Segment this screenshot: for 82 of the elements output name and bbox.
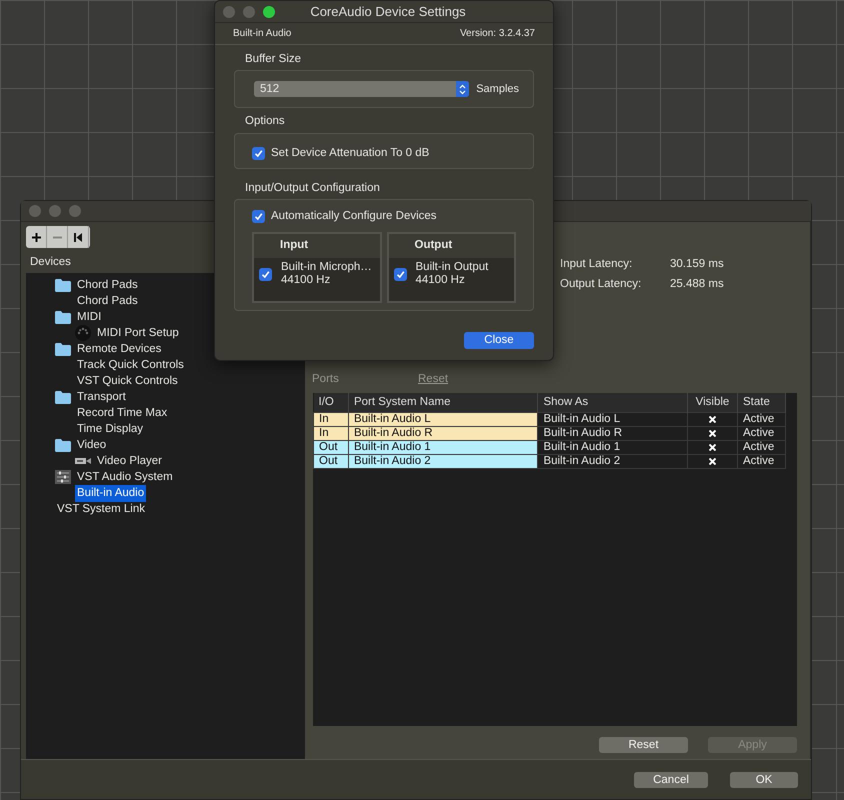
stepper-arrows-icon bbox=[459, 84, 466, 95]
column-header[interactable]: Visible bbox=[688, 393, 738, 413]
table-cell: Active bbox=[737, 412, 786, 427]
latency-label: Output Latency: bbox=[560, 277, 642, 292]
table-cell: Built-in Audio L bbox=[538, 412, 688, 427]
cancel-button[interactable]: Cancel bbox=[634, 772, 708, 788]
group-label: Options bbox=[245, 114, 286, 130]
table-cell: Active bbox=[737, 440, 786, 455]
device-name: Built-in Microph… bbox=[281, 261, 372, 274]
version-label: Version: 3.2.4.37 bbox=[460, 27, 535, 41]
tree-item[interactable]: Time Display bbox=[75, 420, 146, 438]
device-name: Built-in Output bbox=[416, 261, 488, 274]
camera-icon bbox=[75, 457, 91, 466]
tree-item[interactable]: Chord Pads bbox=[75, 292, 140, 310]
table-cell: In bbox=[314, 412, 348, 427]
table-cell: Built-in Audio 2 bbox=[538, 454, 688, 469]
column-header[interactable]: Port System Name bbox=[348, 393, 538, 413]
table-cell: Built-in Audio 2 bbox=[348, 454, 538, 469]
buffer-size-dropdown[interactable]: 512 bbox=[254, 81, 470, 98]
folder-icon bbox=[55, 342, 71, 356]
ok-button[interactable]: OK bbox=[730, 772, 798, 788]
checkmark-icon bbox=[261, 270, 270, 278]
checkbox-label: Set Device Attenuation To 0 dB bbox=[271, 146, 430, 160]
folder-icon bbox=[55, 438, 71, 452]
checkbox[interactable] bbox=[252, 210, 265, 223]
group-label: Input/Output Configuration bbox=[245, 180, 381, 196]
checkbox-label: Automatically Configure Devices bbox=[271, 208, 437, 224]
column-header: Output bbox=[388, 234, 514, 258]
folder-icon bbox=[55, 278, 71, 292]
mixer-icon bbox=[55, 470, 71, 484]
table-cell: Active bbox=[737, 426, 786, 441]
tree-item[interactable]: Transport bbox=[75, 388, 128, 406]
tree-item[interactable]: Remote Devices bbox=[75, 340, 164, 358]
checkbox[interactable] bbox=[394, 268, 406, 280]
checkmark-icon bbox=[254, 148, 263, 158]
table-cell: Built-in Audio L bbox=[348, 412, 538, 427]
section-label: Ports bbox=[312, 372, 340, 388]
midi-connector-icon bbox=[75, 325, 91, 342]
latency-value: 30.159 ms bbox=[670, 257, 724, 272]
checkmark-icon bbox=[396, 270, 404, 278]
tree-item[interactable]: MIDI Port Setup bbox=[95, 324, 181, 342]
tree-item[interactable]: MIDI bbox=[75, 308, 104, 326]
sample-rate: 44100 Hz bbox=[416, 274, 466, 287]
latency-value: 25.488 ms bbox=[670, 277, 724, 292]
table-cell: Built-in Audio R bbox=[538, 426, 688, 441]
tree-item[interactable]: VST Quick Controls bbox=[75, 372, 180, 390]
panel-label: Devices bbox=[30, 255, 71, 270]
table-cell: Out bbox=[314, 454, 348, 469]
tree-item[interactable]: Track Quick Controls bbox=[75, 356, 186, 374]
tree-item[interactable]: Video bbox=[75, 436, 108, 454]
table-cell: Built-in Audio 1 bbox=[348, 440, 538, 455]
checkmark-icon bbox=[254, 212, 263, 221]
window-control[interactable] bbox=[263, 6, 275, 18]
device-name: Built-in Audio bbox=[233, 27, 292, 41]
tree-item[interactable]: VST Audio System bbox=[75, 468, 175, 486]
sample-rate: 44100 Hz bbox=[281, 274, 332, 287]
tree-item[interactable]: Chord Pads bbox=[75, 276, 140, 294]
table-cell: Active bbox=[737, 454, 786, 469]
column-header[interactable]: State bbox=[737, 393, 786, 413]
reset-button[interactable]: Reset bbox=[599, 737, 688, 753]
column-header[interactable]: Show As bbox=[538, 393, 688, 413]
group-label: Buffer Size bbox=[245, 52, 302, 67]
table-cell: In bbox=[314, 426, 348, 441]
table-cell: Out bbox=[314, 440, 348, 455]
skip-to-start-icon bbox=[74, 232, 82, 242]
latency-label: Input Latency: bbox=[560, 257, 634, 272]
checkbox[interactable] bbox=[252, 146, 265, 160]
plus-icon bbox=[32, 232, 40, 242]
tree-item[interactable]: Record Time Max bbox=[75, 404, 170, 422]
column-header[interactable]: I/O bbox=[314, 393, 348, 413]
close-button[interactable]: Close bbox=[464, 332, 534, 349]
tree-item[interactable]: VST System Link bbox=[55, 500, 147, 518]
unit-label: Samples bbox=[476, 82, 519, 97]
window-title: CoreAudio Device Settings bbox=[309, 2, 467, 21]
tree-item[interactable]: Built-in Audio bbox=[75, 484, 146, 502]
table-cell: Built-in Audio R bbox=[348, 426, 538, 441]
column-header: Input bbox=[254, 234, 380, 258]
folder-icon bbox=[55, 390, 71, 404]
folder-icon bbox=[55, 310, 71, 324]
tree-item[interactable]: Video Player bbox=[95, 452, 164, 470]
table-cell: Built-in Audio 1 bbox=[538, 440, 688, 455]
checkbox[interactable] bbox=[259, 268, 272, 280]
